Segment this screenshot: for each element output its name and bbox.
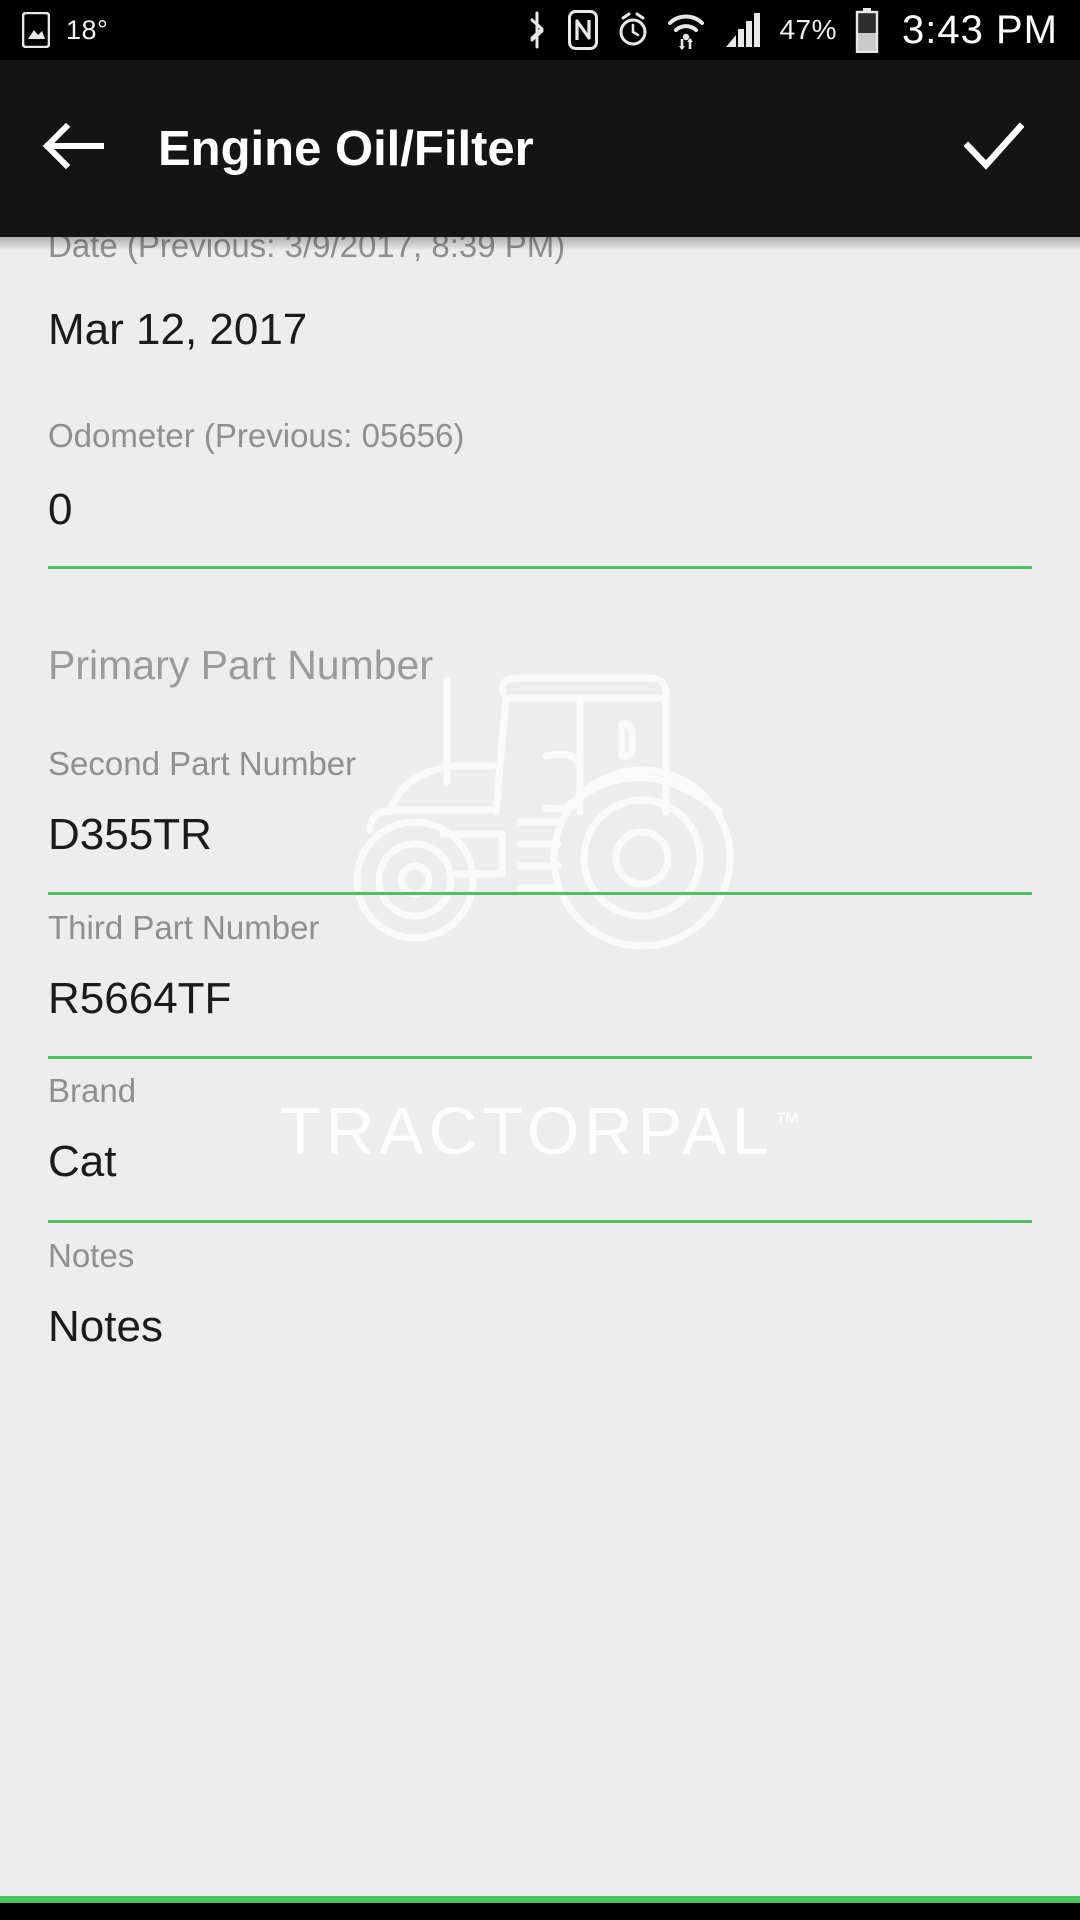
back-arrow-icon <box>42 122 105 175</box>
field-second-part-number-label: Second Part Number <box>48 745 357 782</box>
field-brand-label: Brand <box>48 1072 137 1109</box>
app-bar: Engine Oil/Filter <box>0 60 1080 237</box>
tractor-icon <box>330 662 760 962</box>
field-third-part-number-underline <box>48 1056 1032 1059</box>
status-bar-right: 47% 3:43 PM <box>524 7 1080 53</box>
signal-icon <box>722 9 762 51</box>
status-bar-left: 18° <box>0 12 108 48</box>
save-confirm-button[interactable] <box>963 121 1025 176</box>
watermark-layer: TRACTORPAL™ <box>0 237 1080 1896</box>
field-date-label: Date (Previous: 3/9/2017, 8:39 PM) <box>48 237 566 264</box>
battery-percent-label: 47% <box>779 14 838 45</box>
field-brand-value[interactable]: Cat <box>48 1137 116 1187</box>
alarm-icon <box>616 9 650 51</box>
clock-label: 3:43 PM <box>902 7 1058 52</box>
battery-icon <box>854 7 880 53</box>
field-odometer-value[interactable]: 0 <box>48 485 72 535</box>
nfc-icon <box>567 9 599 51</box>
wifi-icon <box>667 8 705 52</box>
field-date-value[interactable]: Mar 12, 2017 <box>48 305 307 355</box>
bottom-accent-bar <box>0 1896 1080 1903</box>
field-second-part-number-value[interactable]: D355TR <box>48 810 212 860</box>
form-scroll-area[interactable]: TRACTORPAL™ Date (Previous: 3/9/2017, 8:… <box>0 237 1080 1896</box>
field-third-part-number-label: Third Part Number <box>48 909 320 946</box>
system-nav-bar <box>0 1903 1080 1920</box>
field-primary-part-number-placeholder[interactable]: Primary Part Number <box>48 642 433 689</box>
status-bar: 18° 47% 3:43 PM <box>0 0 1080 60</box>
checkmark-icon <box>963 121 1025 176</box>
field-third-part-number-value[interactable]: R5664TF <box>48 974 231 1024</box>
temperature-label: 18° <box>66 14 109 45</box>
watermark-brand-label: TRACTORPAL <box>279 1094 775 1169</box>
field-notes-value[interactable]: Notes <box>48 1302 163 1352</box>
phone-screen: 18° 47% 3:43 PM Engine Oil/Filter TRACTO… <box>0 0 1080 1920</box>
page-title: Engine Oil/Filter <box>158 121 534 176</box>
field-second-part-number-underline <box>48 892 1032 895</box>
trademark-symbol: ™ <box>774 1106 801 1137</box>
wallpaper-icon <box>22 12 50 48</box>
bluetooth-icon <box>524 9 550 51</box>
field-notes-label: Notes <box>48 1237 135 1274</box>
field-odometer-underline <box>48 566 1032 569</box>
back-button[interactable] <box>42 122 148 175</box>
watermark-brand-text: TRACTORPAL™ <box>0 1093 1080 1170</box>
field-brand-underline <box>48 1220 1032 1223</box>
field-odometer-label: Odometer (Previous: 05656) <box>48 417 465 454</box>
